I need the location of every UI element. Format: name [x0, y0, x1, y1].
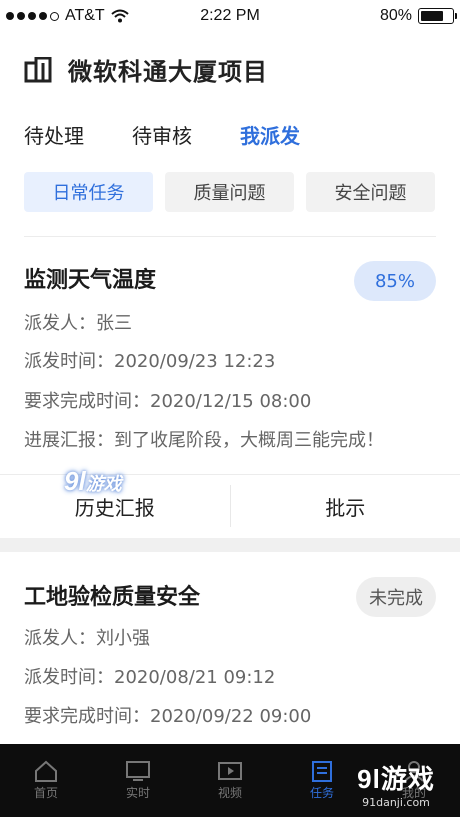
progress-badge: 85%: [354, 261, 436, 301]
tab-pending[interactable]: 待处理: [24, 120, 84, 149]
progress-report-row: 进展汇报：到了收尾阶段，大概周三能完成！: [24, 430, 384, 451]
nav-live[interactable]: 实时: [92, 744, 184, 817]
chip-quality-issues[interactable]: 质量问题: [165, 172, 294, 212]
battery-percent: 80%: [379, 7, 412, 24]
page-title: 微软科通大厦项目: [68, 58, 268, 86]
status-badge: 未完成: [356, 577, 436, 617]
task-icon: [312, 761, 332, 782]
task-title: 工地验检质量安全: [24, 585, 201, 610]
project-header: 微软科通大厦项目: [24, 52, 268, 87]
chip-daily-tasks[interactable]: 日常任务: [24, 172, 153, 212]
nav-label: 视频: [217, 786, 242, 800]
nav-label: 实时: [125, 786, 150, 800]
dispatcher-row: 派发人：刘小强: [24, 628, 150, 649]
task-title: 监测天气温度: [24, 268, 157, 293]
dispatcher-row: 派发人：张三: [24, 313, 132, 334]
building-icon: [24, 56, 52, 82]
monitor-icon: [126, 761, 150, 781]
tab-review[interactable]: 待审核: [132, 120, 192, 149]
status-bar: AT&T 2:22 PM 80%: [0, 0, 460, 34]
status-tabs: 待处理 待审核 我派发: [24, 120, 300, 149]
instruction-button[interactable]: 批示: [231, 475, 460, 537]
divider: [24, 236, 436, 237]
status-right: 80%: [379, 7, 457, 25]
dispatch-time-row: 派发时间：2020/08/21 09:12: [24, 667, 276, 688]
nav-video[interactable]: 视频: [184, 744, 276, 817]
deadline-row: 要求完成时间：2020/09/22 09:00: [24, 706, 312, 727]
battery-icon: [418, 8, 457, 24]
video-icon: [218, 762, 242, 780]
watermark-logo-left: 9l游戏: [64, 466, 122, 496]
watermark-logo-right: 9l游戏 91danji.com: [346, 759, 446, 809]
watermark-logo-text: 9l游戏: [357, 764, 435, 794]
nav-label: 任务: [309, 786, 334, 800]
deadline-row: 要求完成时间：2020/12/15 08:00: [24, 391, 312, 412]
nav-label: 首页: [33, 786, 58, 800]
watermark-url: 91danji.com: [362, 796, 430, 809]
home-icon: [35, 760, 57, 782]
card-separator: [0, 538, 460, 552]
dispatch-time-row: 派发时间：2020/09/23 12:23: [24, 351, 276, 372]
chip-safety-issues[interactable]: 安全问题: [306, 172, 435, 212]
category-chips: 日常任务 质量问题 安全问题: [24, 172, 435, 212]
nav-home[interactable]: 首页: [0, 744, 92, 817]
tab-dispatched[interactable]: 我派发: [240, 120, 300, 149]
